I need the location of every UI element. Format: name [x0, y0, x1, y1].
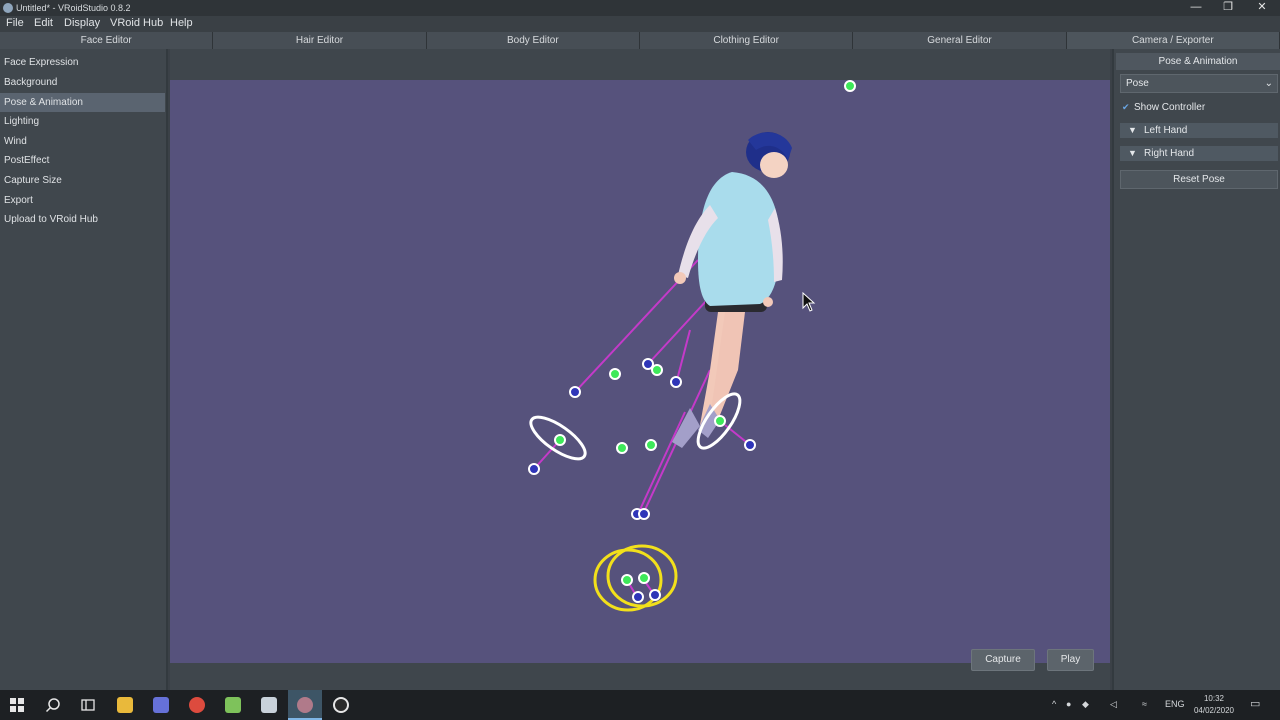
handle [609, 368, 621, 380]
handle [649, 589, 661, 601]
viewport-footer [170, 663, 1110, 690]
chevron-down-icon: ▼ [1128, 148, 1137, 158]
menu-vroid-hub[interactable]: VRoid Hub [110, 17, 163, 29]
menu-file[interactable]: File [6, 17, 24, 29]
handle [638, 572, 650, 584]
maximize-button[interactable]: ❐ [1212, 0, 1244, 16]
right-panel: Pose & Animation Pose ⌄ ✔ Show Controller… [1112, 49, 1280, 690]
network-icon[interactable]: ◆ [1082, 699, 1089, 710]
right-hand-label: Right Hand [1144, 148, 1195, 159]
menu-help[interactable]: Help [170, 17, 193, 29]
microphone-icon[interactable]: ● [1066, 699, 1071, 709]
tab-general-editor[interactable]: General Editor [853, 32, 1067, 49]
close-button[interactable]: ✕ [1246, 0, 1278, 16]
green-handles[interactable] [554, 80, 856, 586]
show-controller-checkbox[interactable]: ✔ Show Controller [1122, 102, 1205, 113]
clock-time: 10:32 [1203, 694, 1225, 703]
checkmark-icon: ✔ [1122, 102, 1130, 112]
task-view-icon[interactable] [80, 697, 96, 713]
clock[interactable]: 10:32 04/02/2020 [1192, 693, 1236, 717]
chevron-down-icon: ▼ [1128, 125, 1137, 135]
mouse-cursor-icon [802, 291, 816, 312]
volume-icon[interactable]: ◁ [1110, 699, 1117, 710]
sidebar-item-capture-size[interactable]: Capture Size [0, 171, 165, 190]
obs-icon[interactable] [333, 697, 349, 713]
viewport-toolbar [170, 49, 1110, 80]
windows-start-icon[interactable] [9, 697, 25, 713]
sidebar-item-wind[interactable]: Wind [0, 132, 165, 151]
left-sidebar: Face Expression Background Pose & Animat… [0, 49, 168, 690]
sidebar-item-background[interactable]: Background [0, 73, 165, 92]
character-model[interactable] [672, 132, 792, 448]
menu-bar: File Edit Display VRoid Hub Help [0, 16, 1280, 32]
window-title: Untitled* - VRoidStudio 0.8.2 [16, 3, 131, 13]
handle [554, 434, 566, 446]
handle [616, 442, 628, 454]
language-indicator[interactable]: ENG [1165, 699, 1185, 709]
sidebar-item-export[interactable]: Export [0, 191, 165, 210]
wifi-icon[interactable]: ≈ [1142, 699, 1147, 709]
chrome-icon[interactable] [189, 697, 205, 713]
tab-camera-exporter[interactable]: Camera / Exporter [1066, 32, 1280, 49]
tab-hair-editor[interactable]: Hair Editor [213, 32, 427, 49]
pose-scene [528, 80, 856, 612]
handle [632, 591, 644, 603]
discord-icon[interactable] [153, 697, 169, 713]
panel-title: Pose & Animation [1116, 53, 1280, 70]
taskbar: ^ ● ◆ ◁ ≈ ENG 10:32 04/02/2020 ▭ [0, 690, 1280, 720]
app-icon[interactable] [225, 697, 241, 713]
handle [569, 386, 581, 398]
handle [621, 574, 633, 586]
tab-face-editor[interactable]: Face Editor [0, 32, 214, 49]
head-target-handle [844, 80, 856, 92]
sidebar-item-upload-vroid-hub[interactable]: Upload to VRoid Hub [0, 210, 165, 229]
sidebar-item-posteffect[interactable]: PostEffect [0, 151, 165, 170]
tab-body-editor[interactable]: Body Editor [426, 32, 640, 49]
clock-date: 04/02/2020 [1193, 706, 1235, 715]
handle [714, 415, 726, 427]
tray-chevron-icon[interactable]: ^ [1052, 699, 1056, 709]
title-bar: Untitled* - VRoidStudio 0.8.2 — ❐ ✕ [0, 0, 1280, 16]
menu-display[interactable]: Display [64, 17, 100, 29]
notifications-icon[interactable]: ▭ [1250, 697, 1260, 710]
handle [645, 439, 657, 451]
left-hand-foldout[interactable]: ▼ Left Hand [1120, 123, 1278, 138]
minimize-button[interactable]: — [1180, 0, 1212, 16]
menu-edit[interactable]: Edit [34, 17, 53, 29]
handle [651, 364, 663, 376]
sidebar-item-pose-animation[interactable]: Pose & Animation [0, 93, 165, 112]
play-button[interactable]: Play [1047, 649, 1094, 671]
handle [528, 463, 540, 475]
handle [670, 376, 682, 388]
reset-pose-button[interactable]: Reset Pose [1120, 170, 1278, 189]
vroid-studio-taskbar-button[interactable] [288, 690, 322, 720]
app-icon[interactable] [261, 697, 277, 713]
sidebar-item-face-expression[interactable]: Face Expression [0, 53, 165, 72]
vroid-studio-icon [297, 697, 313, 713]
chevron-down-icon: ⌄ [1264, 78, 1273, 89]
pose-mode-value: Pose [1126, 78, 1149, 89]
editor-tabs: Face Editor Hair Editor Body Editor Clot… [0, 32, 1280, 49]
handle [638, 508, 650, 520]
show-controller-label: Show Controller [1134, 102, 1206, 113]
handle [744, 439, 756, 451]
sidebar-item-lighting[interactable]: Lighting [0, 112, 165, 131]
right-hand-foldout[interactable]: ▼ Right Hand [1120, 146, 1278, 161]
app-icon [3, 3, 13, 13]
handle [642, 358, 654, 370]
pose-mode-select[interactable]: Pose ⌄ [1120, 74, 1278, 93]
tab-clothing-editor[interactable]: Clothing Editor [639, 32, 854, 49]
file-explorer-icon[interactable] [117, 697, 133, 713]
search-icon[interactable] [45, 697, 61, 713]
left-hand-label: Left Hand [1144, 125, 1188, 136]
3d-viewport[interactable] [170, 80, 1110, 663]
capture-button[interactable]: Capture [971, 649, 1035, 671]
